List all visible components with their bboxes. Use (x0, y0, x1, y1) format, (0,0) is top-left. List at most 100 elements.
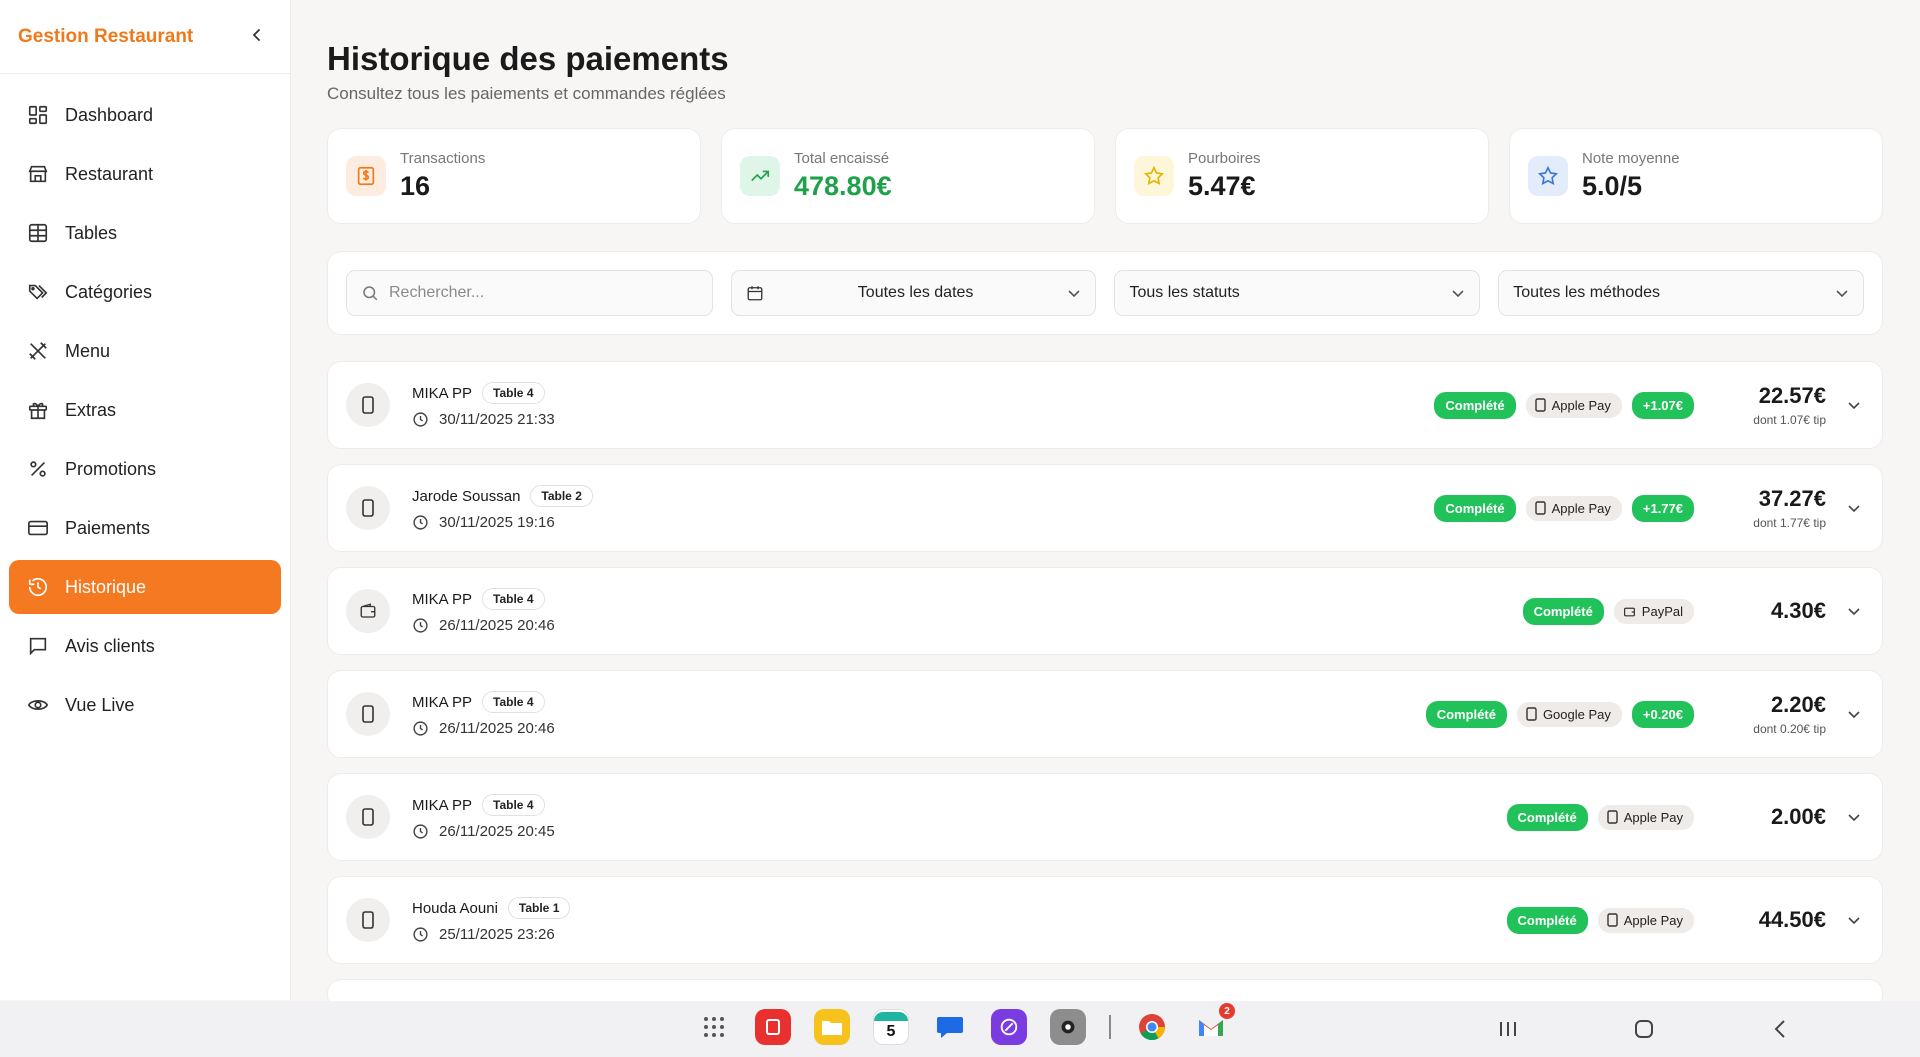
stat-value: 5.0/5 (1582, 171, 1643, 201)
method-label: PayPal (1641, 603, 1683, 619)
page-title: Historique des paiements (327, 40, 729, 77)
app-drawer-icon[interactable] (696, 1009, 732, 1045)
customer-name: MIKA PP (412, 590, 473, 608)
gmail-notification-badge: 2 (1219, 1003, 1235, 1019)
dollar-receipt-icon (346, 156, 386, 196)
stat-value: 478.80€ (794, 171, 892, 201)
chevron-down-icon (1848, 711, 1860, 719)
sidebar-header: Gestion Restaurant (0, 0, 290, 74)
status-filter-select[interactable]: Tous les statuts (1114, 270, 1481, 316)
sidebar-item-categories[interactable]: Catégories (9, 265, 281, 319)
method-filter-value: Toutes les méthodes (1513, 284, 1660, 301)
clock-icon (413, 824, 428, 839)
expand-row-button[interactable] (1826, 604, 1882, 618)
home-button[interactable] (1626, 1011, 1662, 1047)
calendar-day: 5 (886, 1022, 896, 1040)
method-label: Apple Pay (1551, 500, 1611, 516)
method-label: Apple Pay (1623, 912, 1683, 928)
phone-icon (1607, 913, 1618, 927)
sidebar-item-avis-clients[interactable]: Avis clients (9, 619, 281, 673)
tip-badge: +1.07€ (1631, 391, 1694, 419)
messages-app-icon[interactable] (932, 1009, 968, 1045)
method-badge: Apple Pay (1597, 804, 1694, 830)
sidebar-item-extras[interactable]: Extras (9, 383, 281, 437)
taskbar-apps: 5 2 (696, 1003, 1235, 1045)
sidebar-item-historique[interactable]: Historique (9, 560, 281, 614)
back-button[interactable] (1762, 1011, 1798, 1047)
payment-row[interactable]: Houda Aouni Table 1 25/11/2025 23:26 Comp… (327, 876, 1883, 964)
method-filter-select[interactable]: Toutes les méthodes (1498, 270, 1864, 316)
gift-icon (27, 399, 49, 421)
payment-row[interactable]: MIKA PP Table 4 26/11/2025 20:46 Complété… (327, 567, 1883, 655)
stat-label: Pourboires (1188, 150, 1261, 167)
files-app-icon[interactable] (814, 1009, 850, 1045)
sidebar-item-dashboard[interactable]: Dashboard (9, 88, 281, 142)
stat-card-pourboires: Pourboires 5.47€ (1115, 128, 1489, 224)
payment-row[interactable]: MIKA PP Table 4 26/11/2025 20:45 Complété… (327, 773, 1883, 861)
percent-icon (27, 458, 49, 480)
date-filter-value: Toutes les dates (857, 284, 974, 301)
payment-amount: 37.27€ (1758, 486, 1826, 511)
gmail-app-icon[interactable]: 2 (1193, 1003, 1235, 1045)
payment-amount: 44.50€ (1758, 907, 1826, 932)
calendar-app-icon[interactable]: 5 (873, 1009, 909, 1045)
search-input[interactable]: Rechercher... (346, 270, 713, 316)
status-badge: Complété (1522, 597, 1604, 625)
collapse-sidebar-icon[interactable] (250, 25, 264, 48)
sidebar-item-vue-live[interactable]: Vue Live (9, 678, 281, 732)
status-badge: Complété (1506, 803, 1588, 831)
phone-icon (346, 795, 390, 839)
customer-name: Houda Aouni (412, 899, 498, 917)
sidebar-item-label: Historique (65, 576, 147, 597)
system-taskbar: 5 2 (0, 1001, 1920, 1057)
method-label: Apple Pay (1551, 397, 1611, 413)
eye-icon (27, 694, 49, 716)
browser-app-icon[interactable] (991, 1009, 1027, 1045)
chrome-app-icon[interactable] (1134, 1009, 1170, 1045)
method-badge: Apple Pay (1525, 392, 1622, 418)
payment-row[interactable]: MIKA PP Table 4 26/11/2025 20:46 Complété… (327, 670, 1883, 758)
expand-row-button[interactable] (1826, 707, 1882, 721)
tip-badge: +1.77€ (1631, 494, 1694, 522)
method-label: Google Pay (1542, 706, 1611, 722)
taskbar-separator (1109, 1015, 1111, 1039)
phone-icon (1526, 707, 1537, 721)
sidebar-item-promotions[interactable]: Promotions (9, 442, 281, 496)
sidebar-item-restaurant[interactable]: Restaurant (9, 147, 281, 201)
customer-name: Jarode Soussan (412, 487, 521, 505)
main-content: Historique des paiements Consultez tous … (327, 0, 1883, 1024)
table-badge: Table 4 (482, 794, 545, 816)
payment-datetime: 25/11/2025 23:26 (439, 926, 555, 943)
sidebar-item-tables[interactable]: Tables (9, 206, 281, 260)
payment-row[interactable]: Jarode Soussan Table 2 30/11/2025 19:16 C… (327, 464, 1883, 552)
method-badge: Apple Pay (1525, 495, 1622, 521)
page-subtitle: Consultez tous les paiements et commande… (327, 84, 726, 103)
tip-note: dont 1.77€ tip (1753, 516, 1826, 530)
sidebar-item-label: Promotions (65, 458, 157, 479)
expand-row-button[interactable] (1826, 913, 1882, 927)
table-badge: Table 2 (530, 485, 593, 507)
calendar-header (874, 1011, 908, 1021)
camera-app-icon[interactable] (1050, 1009, 1086, 1045)
status-badge: Complété (1434, 494, 1516, 522)
sidebar-item-label: Restaurant (65, 163, 154, 184)
stat-value: 5.47€ (1188, 171, 1256, 201)
sidebar-item-menu[interactable]: Menu (9, 324, 281, 378)
table-badge: Table 4 (482, 382, 545, 404)
expand-row-button[interactable] (1826, 501, 1882, 515)
sidebar: Gestion Restaurant Dashboard Restaurant … (0, 0, 291, 1000)
tags-icon (27, 281, 49, 303)
notes-app-icon[interactable] (755, 1009, 791, 1045)
expand-row-button[interactable] (1826, 398, 1882, 412)
expand-row-button[interactable] (1826, 810, 1882, 824)
recent-apps-button[interactable] (1490, 1011, 1526, 1047)
phone-icon (1607, 810, 1618, 824)
payment-row[interactable]: MIKA PP Table 4 30/11/2025 21:33 Complété… (327, 361, 1883, 449)
credit-card-icon (27, 517, 49, 539)
sidebar-item-paiements[interactable]: Paiements (9, 501, 281, 555)
table-badge: Table 4 (482, 588, 545, 610)
chevron-down-icon (1848, 814, 1860, 822)
payment-datetime: 26/11/2025 20:45 (439, 823, 555, 840)
date-filter-select[interactable]: Toutes les dates (730, 270, 1097, 316)
method-badge: Apple Pay (1597, 907, 1694, 933)
